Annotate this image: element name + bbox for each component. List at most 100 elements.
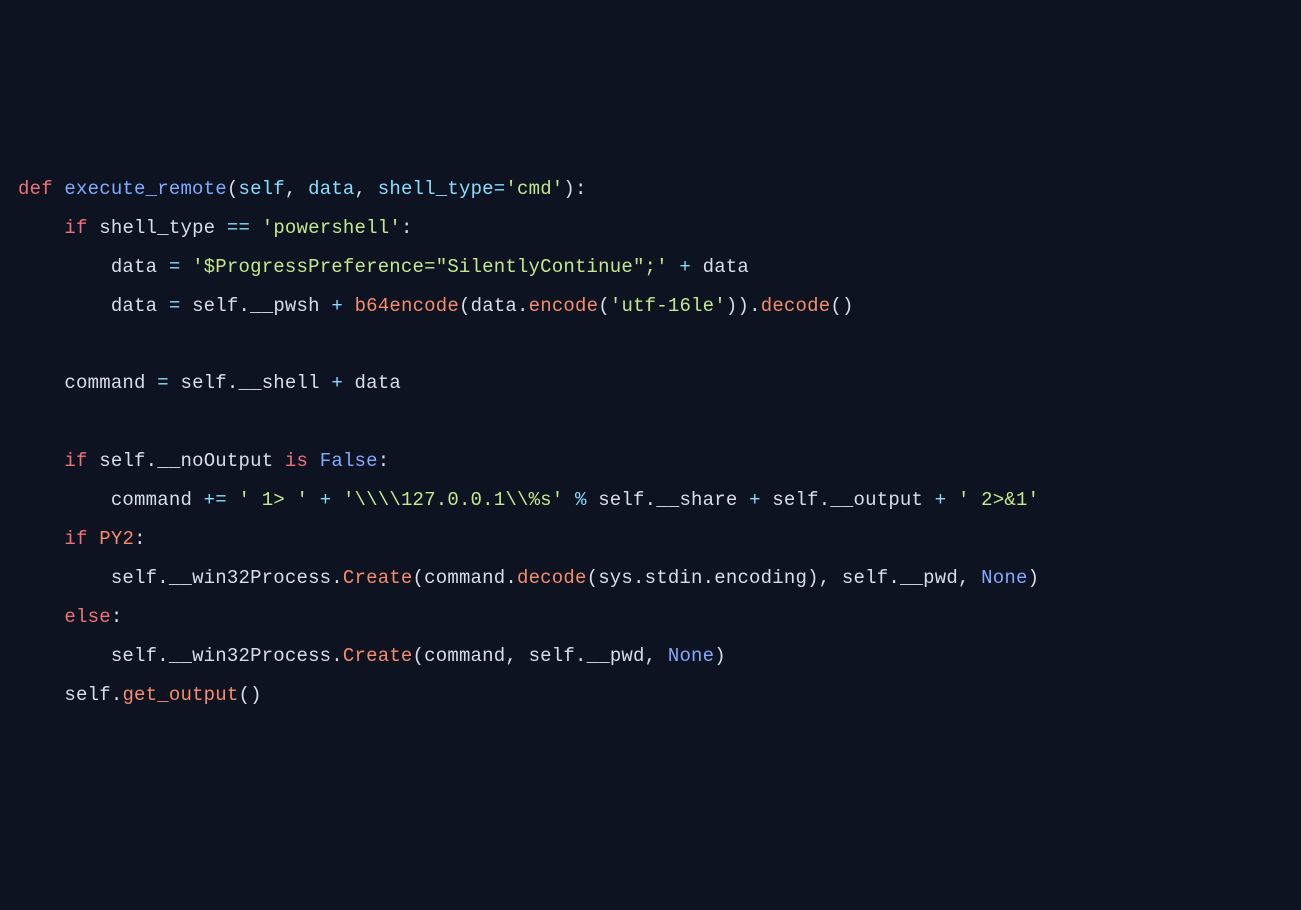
paren-open: ( bbox=[413, 645, 425, 667]
colon: : bbox=[575, 178, 587, 200]
operator-percent: % bbox=[575, 489, 587, 511]
attribute: __pwd bbox=[900, 567, 958, 589]
identifier: data bbox=[111, 295, 157, 317]
dot: . bbox=[239, 295, 251, 317]
identifier: data bbox=[111, 256, 157, 278]
dot: . bbox=[703, 567, 715, 589]
keyword-if: if bbox=[64, 450, 87, 472]
attribute: __output bbox=[830, 489, 923, 511]
identifier-self: self bbox=[64, 684, 110, 706]
string-literal: '$ProgressPreference="SilentlyContinue";… bbox=[192, 256, 668, 278]
paren-close: ) bbox=[250, 684, 262, 706]
paren-open: ( bbox=[830, 295, 842, 317]
string-literal: 'utf-16le' bbox=[610, 295, 726, 317]
paren-open: ( bbox=[238, 684, 250, 706]
operator-plus: + bbox=[320, 489, 332, 511]
dot: . bbox=[575, 645, 587, 667]
dot: . bbox=[331, 645, 343, 667]
method-call: Create bbox=[343, 567, 413, 589]
code-line-2: if shell_type == 'powershell': bbox=[18, 217, 413, 239]
operator-plus: + bbox=[749, 489, 761, 511]
identifier: command bbox=[424, 645, 505, 667]
code-line-14: self.get_output() bbox=[18, 684, 262, 706]
identifier: data bbox=[355, 372, 401, 394]
identifier-self: self bbox=[842, 567, 888, 589]
comma: , bbox=[958, 567, 970, 589]
colon: : bbox=[378, 450, 390, 472]
operator-plus: + bbox=[935, 489, 947, 511]
code-line-6: command = self.__shell + data bbox=[18, 372, 401, 394]
dot: . bbox=[505, 567, 517, 589]
paren-open: ( bbox=[227, 178, 239, 200]
operator-plus-assign: += bbox=[204, 489, 227, 511]
identifier-self: self bbox=[598, 489, 644, 511]
attribute: __win32Process bbox=[169, 645, 331, 667]
paren-open: ( bbox=[598, 295, 610, 317]
identifier: command bbox=[64, 372, 145, 394]
operator-plus: + bbox=[331, 372, 343, 394]
paren-close: ) bbox=[714, 645, 726, 667]
identifier: shell_type bbox=[99, 217, 215, 239]
attribute: __share bbox=[656, 489, 737, 511]
string-literal: '\\\\127.0.0.1\\%s' bbox=[343, 489, 563, 511]
code-line-8: if self.__noOutput is False: bbox=[18, 450, 389, 472]
code-block: def execute_remote(self, data, shell_typ… bbox=[18, 170, 1283, 715]
identifier: data bbox=[471, 295, 517, 317]
method-call: decode bbox=[517, 567, 587, 589]
dot: . bbox=[749, 295, 761, 317]
operator-plus: + bbox=[331, 295, 343, 317]
dot: . bbox=[888, 567, 900, 589]
dot: . bbox=[517, 295, 529, 317]
identifier: sys bbox=[598, 567, 633, 589]
keyword-is: is bbox=[285, 450, 308, 472]
method-call: Create bbox=[343, 645, 413, 667]
dot: . bbox=[645, 489, 657, 511]
string-literal: 'cmd' bbox=[505, 178, 563, 200]
attribute: __shell bbox=[239, 372, 320, 394]
comma: , bbox=[285, 178, 297, 200]
operator-eq: == bbox=[227, 217, 250, 239]
code-line-13: self.__win32Process.Create(command, self… bbox=[18, 645, 726, 667]
paren-open: ( bbox=[459, 295, 471, 317]
attribute: __pwd bbox=[587, 645, 645, 667]
comma: , bbox=[819, 567, 831, 589]
attribute: __pwsh bbox=[250, 295, 320, 317]
operator-assign: = bbox=[169, 295, 181, 317]
identifier: command bbox=[424, 567, 505, 589]
paren-open: ( bbox=[413, 567, 425, 589]
paren-close: ) bbox=[1028, 567, 1040, 589]
code-line-9: command += ' 1> ' + '\\\\127.0.0.1\\%s' … bbox=[18, 489, 1039, 511]
operator-assign: = bbox=[494, 178, 506, 200]
param-shell-type: shell_type bbox=[378, 178, 494, 200]
attribute: encoding bbox=[714, 567, 807, 589]
code-line-1: def execute_remote(self, data, shell_typ… bbox=[18, 178, 587, 200]
identifier-self: self bbox=[111, 567, 157, 589]
dot: . bbox=[227, 372, 239, 394]
comma: , bbox=[505, 645, 517, 667]
dot: . bbox=[633, 567, 645, 589]
operator-assign: = bbox=[169, 256, 181, 278]
method-call: get_output bbox=[122, 684, 238, 706]
identifier-self: self bbox=[529, 645, 575, 667]
dot: . bbox=[111, 684, 123, 706]
paren-close: ) bbox=[563, 178, 575, 200]
code-line-11: self.__win32Process.Create(command.decod… bbox=[18, 567, 1039, 589]
keyword-if: if bbox=[64, 528, 87, 550]
constant-false: False bbox=[320, 450, 378, 472]
identifier: command bbox=[111, 489, 192, 511]
colon: : bbox=[401, 217, 413, 239]
colon: : bbox=[111, 606, 123, 628]
identifier-self: self bbox=[772, 489, 818, 511]
colon: : bbox=[134, 528, 146, 550]
function-call: b64encode bbox=[355, 295, 459, 317]
string-literal: ' 2>&1' bbox=[958, 489, 1039, 511]
dot: . bbox=[157, 645, 169, 667]
keyword-if: if bbox=[64, 217, 87, 239]
dot: . bbox=[146, 450, 158, 472]
operator-plus: + bbox=[679, 256, 691, 278]
constant-py2: PY2 bbox=[99, 528, 134, 550]
attribute: __noOutput bbox=[157, 450, 273, 472]
paren-close: ) bbox=[726, 295, 738, 317]
identifier-self: self bbox=[99, 450, 145, 472]
paren-close: ) bbox=[807, 567, 819, 589]
